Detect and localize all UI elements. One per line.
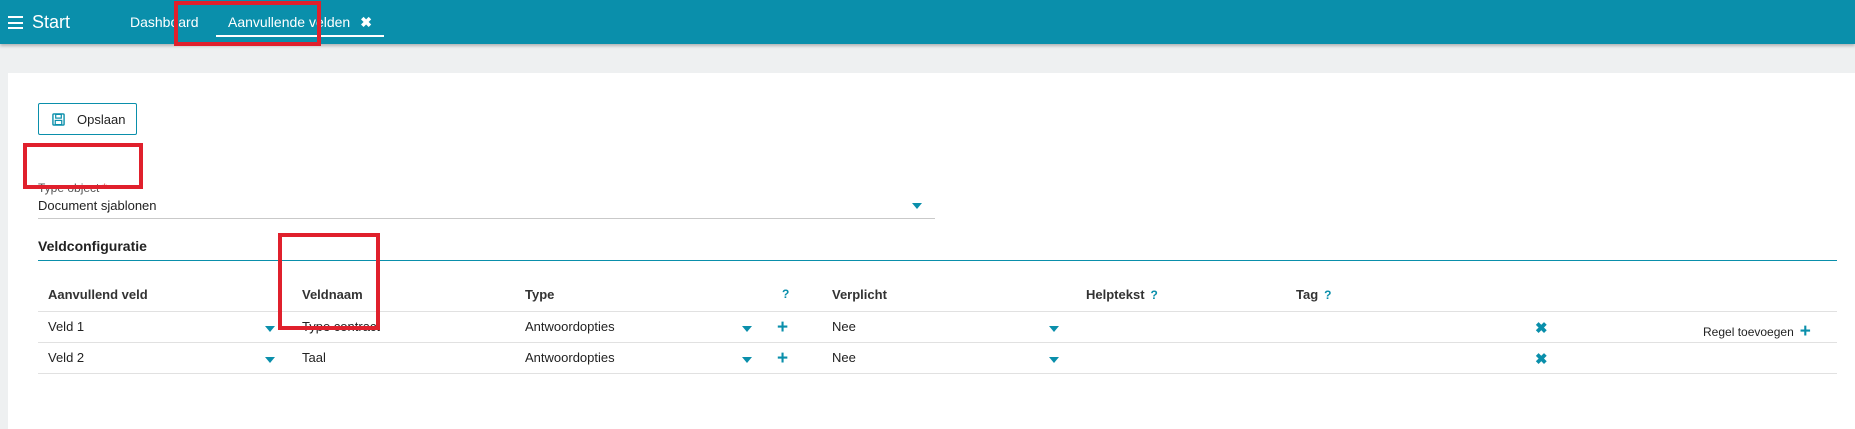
caret-down-icon[interactable] — [265, 326, 275, 332]
caret-down-icon[interactable] — [1049, 357, 1059, 363]
row-divider — [38, 311, 1837, 312]
row1-helptekst-input[interactable] — [1086, 319, 1286, 335]
caret-down-icon[interactable] — [265, 357, 275, 363]
caret-down-icon[interactable] — [742, 357, 752, 363]
header-verplicht: Verplicht — [832, 287, 887, 302]
delete-row-icon[interactable]: ✖ — [1535, 350, 1548, 368]
tab-aanvullende-velden[interactable]: Aanvullende velden ✖ — [216, 0, 384, 44]
tag-help-icon[interactable]: ? — [1324, 288, 1331, 302]
add-answer-option-icon[interactable]: + — [777, 349, 788, 368]
tab-dashboard-label: Dashboard — [130, 14, 199, 30]
start-menu-button[interactable]: Start — [8, 12, 70, 33]
row2-veldnaam-input[interactable]: Taal — [302, 350, 326, 365]
top-bar: Start Dashboard Aanvullende velden ✖ — [0, 0, 1855, 44]
header-helptekst: Helptekst? — [1086, 287, 1158, 302]
add-row-label: Regel toevoegen — [1703, 325, 1794, 339]
save-button[interactable]: Opslaan — [38, 103, 137, 135]
row2-type-select[interactable]: Antwoordopties — [525, 350, 615, 365]
header-type: Type — [525, 287, 555, 302]
caret-down-icon[interactable] — [912, 203, 922, 209]
caret-down-icon[interactable] — [742, 326, 752, 332]
add-row-button[interactable]: Regel toevoegen + — [1703, 321, 1811, 342]
active-tab-underline — [216, 35, 384, 37]
row1-tag-input[interactable] — [1296, 319, 1496, 335]
close-icon[interactable]: ✖ — [360, 14, 372, 31]
row1-veldnaam-input[interactable]: Type contract — [302, 319, 380, 334]
type-object-label: Type object * — [38, 181, 108, 195]
tab-aanvullende-velden-label: Aanvullende velden — [228, 14, 351, 30]
row1-aanvullend-veld-select[interactable]: Veld 1 — [48, 319, 84, 334]
row2-helptekst-input[interactable] — [1086, 350, 1286, 366]
section-title: Veldconfiguratie — [38, 238, 147, 254]
section-divider — [38, 260, 1837, 261]
helptekst-help-icon[interactable]: ? — [1151, 288, 1158, 302]
row-divider — [38, 373, 1837, 374]
start-label: Start — [32, 12, 71, 32]
row-divider — [38, 342, 1837, 343]
plus-icon: + — [1799, 321, 1811, 342]
header-tag: Tag? — [1296, 287, 1332, 302]
row2-verplicht-select[interactable]: Nee — [832, 350, 856, 365]
type-help-icon[interactable]: ? — [782, 287, 789, 301]
header-veldnaam: Veldnaam — [302, 287, 363, 302]
type-object-select[interactable]: Document sjablonen — [38, 198, 157, 213]
delete-row-icon[interactable]: ✖ — [1535, 319, 1548, 337]
main-panel: Opslaan Type object * Document sjablonen … — [8, 73, 1855, 429]
row2-tag-input[interactable] — [1296, 350, 1496, 366]
type-object-underline — [38, 218, 935, 219]
required-marker: * — [102, 181, 108, 195]
floppy-disk-icon — [52, 112, 65, 126]
save-button-label: Opslaan — [77, 111, 126, 127]
add-answer-option-icon[interactable]: + — [777, 318, 788, 337]
tab-dashboard[interactable]: Dashboard — [130, 0, 199, 44]
caret-down-icon[interactable] — [1049, 326, 1059, 332]
header-aanvullend-veld: Aanvullend veld — [48, 287, 148, 302]
row2-aanvullend-veld-select[interactable]: Veld 2 — [48, 350, 84, 365]
row1-verplicht-select[interactable]: Nee — [832, 319, 856, 334]
hamburger-icon — [8, 16, 23, 29]
row1-type-select[interactable]: Antwoordopties — [525, 319, 615, 334]
